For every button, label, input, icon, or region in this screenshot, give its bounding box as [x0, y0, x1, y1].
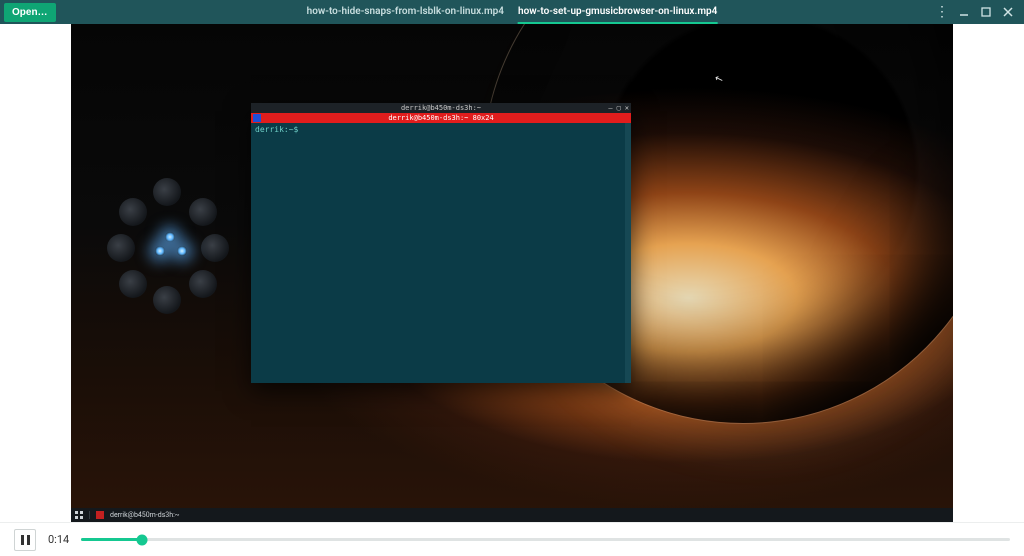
tab-video-1[interactable]: how-to-hide-snaps-from-lsblk-on-linux.mp…	[307, 0, 504, 24]
terminal-minimize-icon[interactable]: —	[608, 104, 612, 112]
pause-icon	[21, 535, 24, 545]
app-grid-icon[interactable]	[75, 511, 83, 519]
tab-bar: how-to-hide-snaps-from-lsblk-on-linux.mp…	[307, 0, 718, 24]
seek-bar[interactable]	[81, 533, 1010, 547]
close-icon[interactable]	[1002, 6, 1014, 18]
terminal-titlebar[interactable]: derrik@b450m-ds3h:~ — ▢ ✕	[251, 103, 631, 113]
maximize-icon[interactable]	[980, 6, 992, 18]
taskbar-separator	[89, 511, 90, 519]
window-controls: ⋮	[936, 6, 1024, 18]
seek-thumb[interactable]	[136, 534, 147, 545]
tab-label: how-to-set-up-gmusicbrowser-on-linux.mp4	[518, 6, 717, 17]
terminal-window[interactable]: derrik@b450m-ds3h:~ — ▢ ✕ derrik@b450m-d…	[251, 103, 631, 383]
spaceship-graphic	[101, 174, 221, 314]
terminal-window-controls: — ▢ ✕	[608, 103, 629, 113]
terminal-title: derrik@b450m-ds3h:~	[401, 104, 481, 112]
terminal-close-icon[interactable]: ✕	[625, 104, 629, 112]
terminal-maximize-icon[interactable]: ▢	[617, 104, 621, 112]
tab-label: how-to-hide-snaps-from-lsblk-on-linux.mp…	[307, 6, 504, 17]
video-frame[interactable]: derrik@b450m-ds3h:~ — ▢ ✕ derrik@b450m-d…	[71, 24, 953, 522]
desktop-taskbar[interactable]: derrik@b450m-ds3h:~	[71, 508, 953, 522]
open-button[interactable]: Open…	[4, 3, 56, 22]
player-controls: 0:14	[0, 522, 1024, 556]
minimize-icon[interactable]	[958, 6, 970, 18]
terminal-tab-label: derrik@b450m-ds3h:~ 80x24	[388, 114, 493, 122]
tab-video-2[interactable]: how-to-set-up-gmusicbrowser-on-linux.mp4	[518, 0, 717, 24]
pause-icon	[27, 535, 30, 545]
timecode: 0:14	[48, 533, 69, 546]
kebab-menu-icon[interactable]: ⋮	[936, 6, 948, 18]
terminal-tab-icon	[253, 114, 261, 122]
taskbar-app-label[interactable]: derrik@b450m-ds3h:~	[110, 511, 180, 519]
taskbar-app-icon[interactable]	[96, 511, 104, 519]
seek-track	[81, 538, 1010, 541]
terminal-tab-bar[interactable]: derrik@b450m-ds3h:~ 80x24	[251, 113, 631, 123]
video-area: derrik@b450m-ds3h:~ — ▢ ✕ derrik@b450m-d…	[0, 24, 1024, 522]
seek-fill	[81, 538, 141, 541]
pause-button[interactable]	[14, 529, 36, 551]
terminal-body[interactable]: derrik:~$	[251, 123, 631, 383]
app-header: Open… how-to-hide-snaps-from-lsblk-on-li…	[0, 0, 1024, 24]
terminal-prompt: derrik:~$	[255, 125, 298, 134]
